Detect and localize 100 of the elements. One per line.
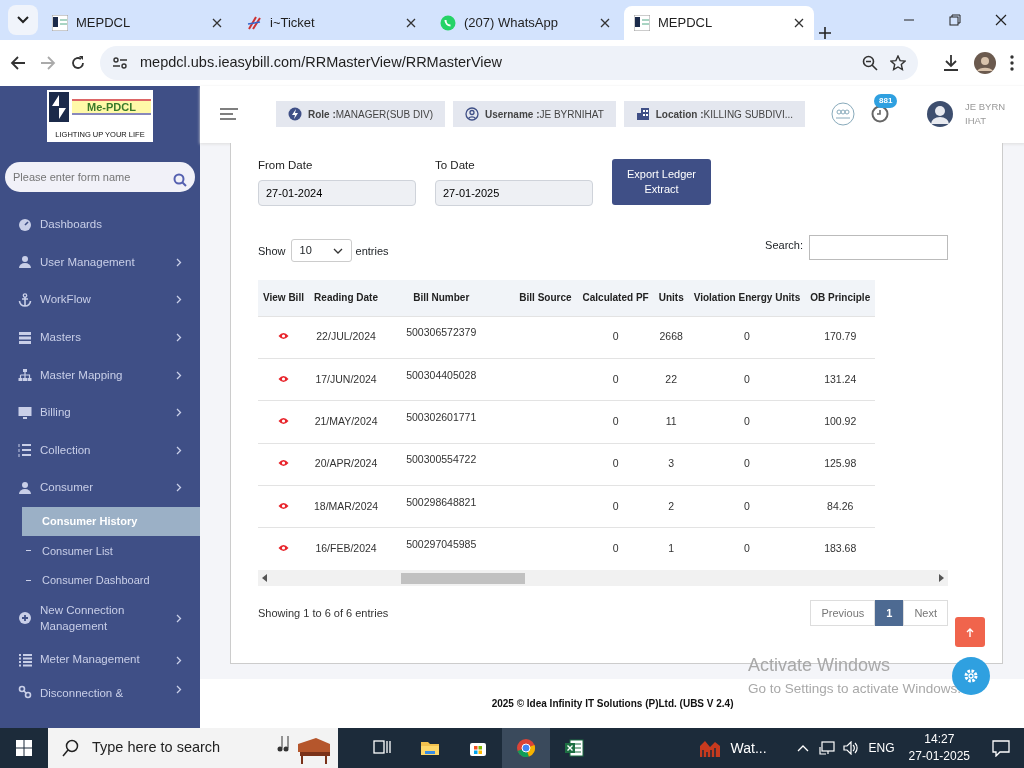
- column-header[interactable]: Calculated PF: [577, 280, 654, 317]
- page-icon: [634, 15, 650, 31]
- table-cell: 500300554722: [383, 443, 500, 486]
- table-cell: 84.26: [805, 485, 876, 528]
- search-icon[interactable]: [173, 173, 187, 187]
- eye-icon[interactable]: [277, 417, 289, 425]
- anchor-icon: [18, 293, 32, 307]
- browser-icon[interactable]: [516, 738, 536, 758]
- whatsapp-icon: [440, 15, 456, 31]
- zoom-icon[interactable]: [862, 55, 878, 71]
- tab-list-button[interactable]: [8, 5, 38, 35]
- nav-item[interactable]: Consumer: [0, 469, 200, 507]
- browser-tab[interactable]: (207) WhatsApp: [430, 6, 620, 40]
- nav-item[interactable]: WorkFlow: [0, 281, 200, 319]
- nav-item[interactable]: Meter Management: [0, 641, 200, 679]
- spreadsheet-icon[interactable]: [564, 738, 584, 758]
- column-header[interactable]: OB Principle: [805, 280, 876, 317]
- notification-badge: 881: [874, 94, 898, 109]
- nav-item[interactable]: User Management: [0, 243, 200, 282]
- previous-button[interactable]: Previous: [810, 599, 876, 626]
- reload-icon[interactable]: [70, 55, 86, 71]
- nav-item[interactable]: Master Mapping: [0, 356, 200, 394]
- next-button[interactable]: Next: [903, 599, 948, 626]
- back-icon[interactable]: [10, 55, 26, 71]
- menu-icon[interactable]: [220, 108, 238, 121]
- avatar-icon[interactable]: [927, 101, 954, 128]
- close-icon[interactable]: [600, 18, 610, 28]
- site-settings-icon[interactable]: [112, 55, 128, 71]
- table-cell: 0: [577, 443, 654, 486]
- search-field[interactable]: [809, 235, 948, 261]
- download-icon[interactable]: [942, 54, 960, 72]
- table-cell: 500304405028: [383, 358, 500, 401]
- table-cell: 2668: [653, 316, 689, 359]
- submenu-item[interactable]: Consumer List: [22, 536, 200, 566]
- language-indicator[interactable]: ENG: [868, 739, 895, 757]
- close-icon[interactable]: [794, 18, 804, 28]
- table-cell: 22: [653, 358, 689, 401]
- page-icon: [52, 15, 68, 31]
- table-cell: 500306572379: [383, 316, 500, 359]
- eye-icon[interactable]: [277, 332, 289, 341]
- column-header[interactable]: Violation Energy Units: [688, 280, 806, 317]
- logo-text: Me-PDCL: [72, 98, 151, 116]
- page-length-select[interactable]: 10: [290, 239, 352, 263]
- table-cell: 125.98: [805, 443, 876, 486]
- scroll-right-icon[interactable]: [938, 573, 944, 582]
- numbered-list-icon: [18, 443, 32, 458]
- volume-icon[interactable]: [842, 741, 859, 755]
- submenu-item[interactable]: Consumer Dashboard: [22, 565, 200, 596]
- nav-item[interactable]: Dashboards: [0, 206, 200, 244]
- date-field[interactable]: 27-01-2024: [258, 180, 416, 207]
- nav-item[interactable]: Billing: [0, 393, 200, 432]
- nav-item[interactable]: Disconnection &: [0, 678, 200, 717]
- column-header[interactable]: Units: [653, 280, 689, 317]
- restore-icon[interactable]: [949, 14, 961, 26]
- column-header[interactable]: Reading Date: [308, 280, 384, 317]
- address-bar[interactable]: mepdcl.ubs.ieasybill.com/RRMasterView/RRMasterView: [100, 46, 918, 80]
- browser-tab[interactable]: i~Ticket: [236, 6, 426, 40]
- user-icon: [18, 255, 32, 270]
- eye-icon[interactable]: [277, 374, 289, 383]
- scroll-left-icon[interactable]: [262, 573, 268, 582]
- windows-start-icon[interactable]: [16, 740, 32, 756]
- close-icon[interactable]: [995, 14, 1007, 26]
- nav-item[interactable]: Collection: [0, 431, 200, 470]
- clock-icon[interactable]: [871, 105, 890, 124]
- nav-item[interactable]: Masters: [0, 318, 200, 357]
- bolt-icon: [288, 107, 302, 122]
- table-cell: 17/JUN/2024: [308, 358, 384, 401]
- eye-icon[interactable]: [277, 501, 289, 510]
- info-chip: Location :KILLING SUBDIVI...: [623, 101, 806, 128]
- server-icon: [18, 330, 32, 345]
- list-icon: [18, 653, 32, 668]
- ticket-icon: [246, 15, 262, 31]
- star-icon[interactable]: [890, 55, 906, 71]
- column-header[interactable]: View Bill: [258, 280, 309, 317]
- nav-item[interactable]: New Connection Management: [0, 595, 200, 642]
- chevron-up-icon[interactable]: [796, 744, 809, 752]
- scrollbar-thumb[interactable]: [401, 572, 525, 584]
- notification-icon[interactable]: [992, 739, 1010, 757]
- eye-icon[interactable]: [277, 544, 289, 553]
- browser-tab[interactable]: MEPDCL: [42, 6, 232, 40]
- close-icon[interactable]: [212, 18, 222, 28]
- table-cell: 0: [577, 358, 654, 401]
- network-icon[interactable]: [818, 741, 835, 755]
- search-field[interactable]: Please enter form name: [5, 162, 195, 192]
- table-cell: 1: [653, 527, 689, 570]
- more-icon[interactable]: [1010, 55, 1014, 71]
- avatar-icon[interactable]: [974, 52, 996, 74]
- eye-icon[interactable]: [277, 459, 289, 468]
- taskbar-search[interactable]: Type here to search: [48, 728, 338, 768]
- column-header[interactable]: Bill Number: [383, 280, 500, 317]
- new-tab-icon[interactable]: [818, 26, 832, 40]
- export-button[interactable]: Export Ledger Extract: [612, 158, 711, 205]
- page-button[interactable]: 1: [875, 599, 904, 626]
- browser-tab[interactable]: MEPDCL: [624, 6, 814, 40]
- date-field[interactable]: 27-01-2025: [435, 180, 593, 207]
- close-icon[interactable]: [406, 18, 416, 28]
- taskbar-clock[interactable]: 14:27 27-01-2025: [908, 731, 970, 765]
- column-header[interactable]: Bill Source: [499, 280, 578, 317]
- info-chip: Role :MANAGER(SUB DIV): [276, 101, 445, 128]
- entries-label: entries: [355, 244, 389, 260]
